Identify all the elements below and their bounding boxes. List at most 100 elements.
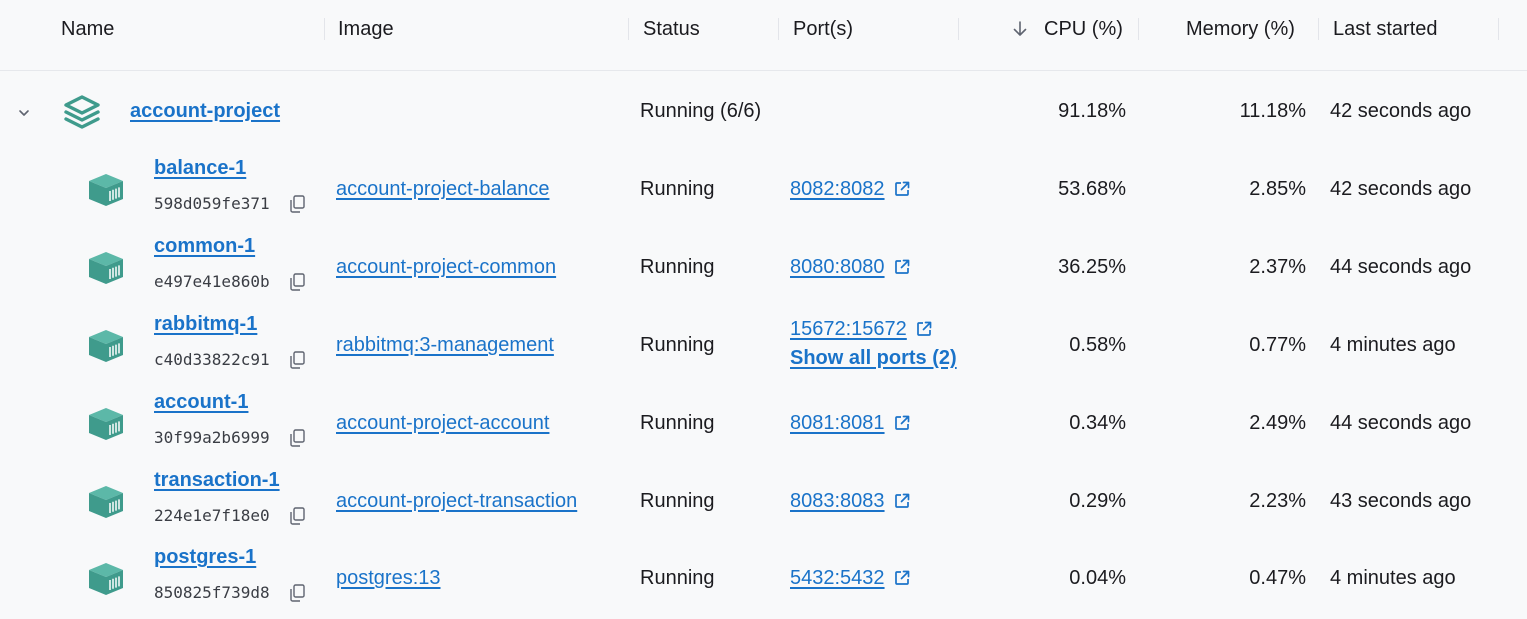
column-divider[interactable] (628, 18, 629, 40)
port-mapping: 15672:15672 (790, 318, 907, 340)
project-name-link[interactable]: account-project (130, 98, 280, 124)
column-divider[interactable] (1318, 18, 1319, 40)
project-row[interactable]: account-project Running (6/6) 91.18% 11.… (0, 90, 1527, 134)
project-memory: 11.18% (1239, 100, 1306, 122)
container-name-link[interactable]: transaction-1 (154, 467, 280, 493)
container-row[interactable]: common-1 e497e41e860b account-project-comm… (0, 233, 1527, 296)
port-link[interactable]: 8083:8083 (790, 488, 911, 514)
column-header-cpu[interactable]: CPU (%) (1044, 16, 1123, 42)
port-mapping: 8083:8083 (790, 490, 885, 512)
container-icon (86, 328, 126, 364)
container-last-started: 42 seconds ago (1330, 178, 1472, 200)
external-link-icon (915, 319, 933, 337)
container-icon (86, 561, 126, 597)
container-last-started: 4 minutes ago (1330, 567, 1456, 589)
container-memory: 2.37% (1249, 256, 1306, 278)
container-last-started: 44 seconds ago (1330, 256, 1472, 278)
project-cpu: 91.18% (1058, 100, 1126, 122)
container-cpu: 53.68% (1058, 178, 1126, 200)
container-row[interactable]: account-1 30f99a2b6999 account-project-acc… (0, 389, 1527, 452)
containers-table: Name Image Status Port(s) CPU (%) Memory… (0, 0, 1527, 619)
container-id: e497e41e860b (154, 272, 270, 291)
container-memory: 0.77% (1249, 334, 1306, 356)
port-mapping: 5432:5432 (790, 567, 885, 589)
column-divider[interactable] (1498, 18, 1499, 40)
image-link[interactable]: rabbitmq:3-management (336, 332, 554, 358)
column-header-image[interactable]: Image (338, 16, 394, 42)
image-link[interactable]: account-project-common (336, 254, 556, 280)
image-link[interactable]: account-project-transaction (336, 488, 577, 514)
container-status: Running (640, 490, 715, 512)
container-memory: 2.23% (1249, 490, 1306, 512)
container-memory: 2.85% (1249, 178, 1306, 200)
column-divider[interactable] (958, 18, 959, 40)
external-link-icon (893, 568, 911, 586)
header-divider (0, 70, 1527, 71)
container-last-started: 44 seconds ago (1330, 412, 1472, 434)
show-all-ports-link[interactable]: Show all ports (2) (790, 345, 957, 371)
copy-icon[interactable] (289, 351, 305, 369)
container-icon (86, 484, 126, 520)
copy-icon[interactable] (289, 195, 305, 213)
stack-layers-icon (64, 95, 100, 129)
image-link[interactable]: postgres:13 (336, 565, 441, 591)
column-divider[interactable] (778, 18, 779, 40)
container-name-link[interactable]: balance-1 (154, 155, 246, 181)
external-link-icon (893, 179, 911, 197)
container-row[interactable]: postgres-1 850825f739d8 postgres:13 Running… (0, 544, 1527, 607)
container-last-started: 4 minutes ago (1330, 334, 1456, 356)
container-name-link[interactable]: common-1 (154, 233, 255, 259)
container-status: Running (640, 256, 715, 278)
container-last-started: 43 seconds ago (1330, 490, 1472, 512)
column-header-status[interactable]: Status (643, 16, 700, 42)
container-id: 224e1e7f18e0 (154, 506, 270, 525)
external-link-icon (893, 491, 911, 509)
container-icon (86, 406, 126, 442)
copy-icon[interactable] (289, 507, 305, 525)
container-status: Running (640, 412, 715, 434)
arrow-down-icon[interactable] (1010, 19, 1030, 39)
container-id: 30f99a2b6999 (154, 428, 270, 447)
copy-icon[interactable] (289, 273, 305, 291)
container-icon (86, 250, 126, 286)
container-cpu: 36.25% (1058, 256, 1126, 278)
container-cpu: 0.04% (1069, 567, 1126, 589)
container-row[interactable]: rabbitmq-1 c40d33822c91 rabbitmq:3-managem… (0, 311, 1527, 374)
container-name-link[interactable]: rabbitmq-1 (154, 311, 257, 337)
image-link[interactable]: account-project-account (336, 410, 549, 436)
column-divider[interactable] (324, 18, 325, 40)
container-row[interactable]: transaction-1 224e1e7f18e0 account-project… (0, 467, 1527, 530)
copy-icon[interactable] (289, 429, 305, 447)
column-header-last-started[interactable]: Last started (1333, 16, 1438, 42)
container-cpu: 0.29% (1069, 490, 1126, 512)
container-icon (86, 172, 126, 208)
column-divider[interactable] (1138, 18, 1139, 40)
project-status: Running (6/6) (640, 100, 762, 122)
chevron-down-icon[interactable] (16, 105, 32, 121)
copy-icon[interactable] (289, 584, 305, 602)
container-row[interactable]: balance-1 598d059fe371 account-project-bal… (0, 155, 1527, 218)
port-mapping: 8082:8082 (790, 178, 885, 200)
container-status: Running (640, 178, 715, 200)
image-link[interactable]: account-project-balance (336, 176, 549, 202)
container-status: Running (640, 334, 715, 356)
port-link[interactable]: 8081:8081 (790, 410, 911, 436)
project-last-started: 42 seconds ago (1330, 100, 1472, 122)
column-header-memory[interactable]: Memory (%) (1186, 16, 1295, 42)
container-cpu: 0.58% (1069, 334, 1126, 356)
container-cpu: 0.34% (1069, 412, 1126, 434)
port-link[interactable]: 15672:15672 (790, 316, 933, 342)
port-mapping: 8081:8081 (790, 412, 885, 434)
port-link[interactable]: 8080:8080 (790, 254, 911, 280)
container-id: c40d33822c91 (154, 350, 270, 369)
container-id: 850825f739d8 (154, 583, 270, 602)
container-id: 598d059fe371 (154, 194, 270, 213)
port-link[interactable]: 5432:5432 (790, 565, 911, 591)
external-link-icon (893, 257, 911, 275)
column-header-name[interactable]: Name (61, 16, 114, 42)
column-header-ports[interactable]: Port(s) (793, 16, 853, 42)
container-name-link[interactable]: account-1 (154, 389, 248, 415)
container-name-link[interactable]: postgres-1 (154, 544, 256, 570)
container-memory: 2.49% (1249, 412, 1306, 434)
port-link[interactable]: 8082:8082 (790, 176, 911, 202)
